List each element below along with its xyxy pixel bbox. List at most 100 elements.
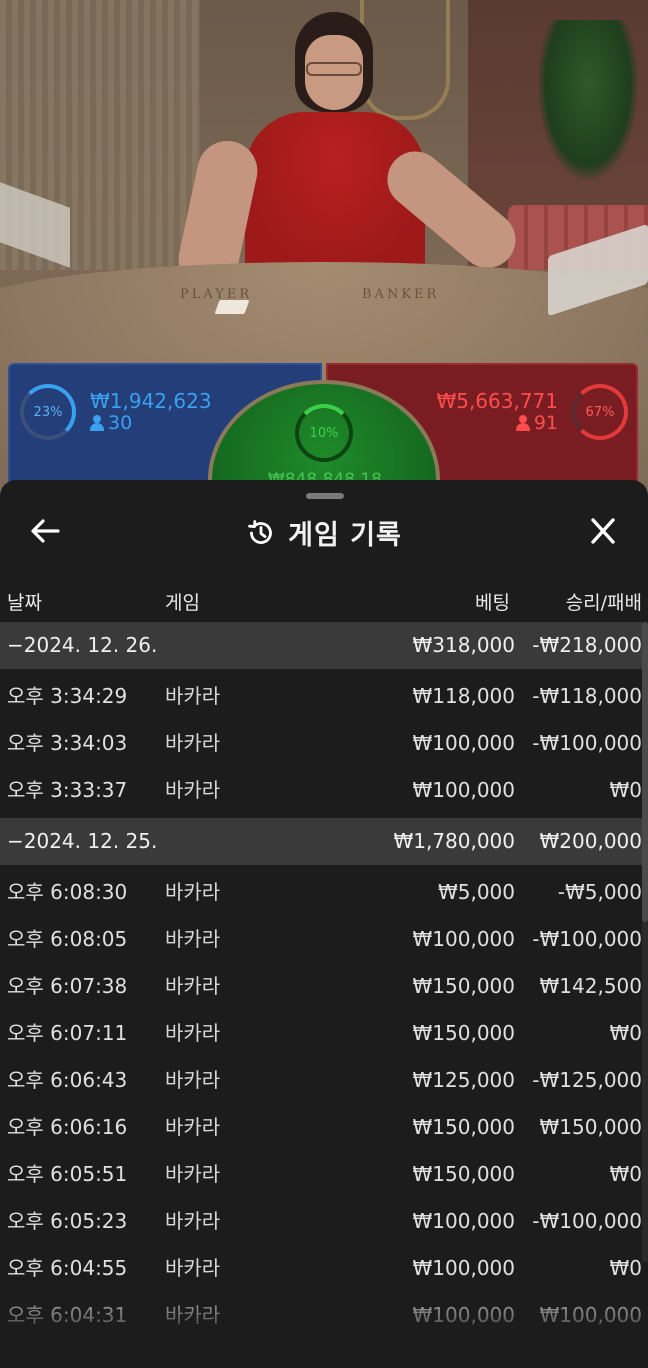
row-bet: ₩100,000 [412,1256,515,1280]
row-win-loss: -₩118,000 [532,684,642,708]
sheet-drag-handle[interactable] [306,493,344,499]
row-win-loss: ₩0 [609,778,643,802]
history-row[interactable]: 오후 3:34:03 바카라 ₩100,000 -₩100,000 [0,720,648,767]
banker-percent-ring: 67% [572,384,628,440]
row-bet: ₩100,000 [412,731,515,755]
column-header-game: 게임 [165,592,200,614]
playing-card [214,300,250,314]
row-time: 오후 6:08:30 [7,880,128,904]
tie-percent: 10% [309,425,339,441]
date-group-header[interactable]: −2024. 12. 26. ₩318,000 -₩218,000 [0,622,648,669]
row-bet: ₩100,000 [412,1303,515,1327]
row-game: 바카라 [165,1021,221,1045]
row-win-loss: ₩150,000 [539,1115,642,1139]
history-row[interactable]: 오후 6:08:30 바카라 ₩5,000 -₩5,000 [0,869,648,916]
dealer-glasses [306,62,362,76]
row-win-loss: -₩5,000 [557,880,642,904]
close-button[interactable] [586,515,620,547]
table-banker-label: BANKER [362,287,440,302]
row-game: 바카라 [165,1303,221,1327]
page-title: 게임 기록 [288,520,402,551]
row-win-loss: ₩142,500 [539,974,642,998]
row-win-loss: ₩0 [609,1256,643,1280]
row-win-loss: ₩100,000 [539,1303,642,1327]
group-bet-total: ₩318,000 [412,633,515,657]
player-bet-amount: ₩1,942,623 [90,389,212,413]
history-row[interactable]: 오후 3:34:29 바카라 ₩118,000 -₩118,000 [0,673,648,720]
row-time: 오후 6:07:38 [7,974,128,998]
row-game: 바카라 [165,1115,221,1139]
close-icon [591,518,615,544]
row-time: 오후 6:05:51 [7,1162,128,1186]
player-count-value: 30 [108,412,133,434]
sheet-header: 게임 기록 [0,502,648,560]
player-percent-ring: 23% [20,384,76,440]
history-row[interactable]: 오후 3:33:37 바카라 ₩100,000 ₩0 [0,767,648,814]
row-game: 바카라 [165,731,221,755]
history-row[interactable]: 오후 6:04:55 바카라 ₩100,000 ₩0 [0,1245,648,1292]
person-icon [90,415,104,431]
row-bet: ₩118,000 [412,684,515,708]
row-game: 바카라 [165,974,221,998]
row-game: 바카라 [165,1162,221,1186]
row-time: 오후 6:08:05 [7,927,128,951]
banker-bet-amount: ₩5,663,771 [436,389,558,413]
scrollbar-thumb[interactable] [642,622,648,922]
row-win-loss: ₩0 [609,1021,643,1045]
row-bet: ₩100,000 [412,778,515,802]
row-time: 오후 6:04:55 [7,1256,128,1280]
row-time: 오후 6:06:16 [7,1115,128,1139]
history-row[interactable]: 오후 6:08:05 바카라 ₩100,000 -₩100,000 [0,916,648,963]
history-row[interactable]: 오후 6:04:31 바카라 ₩100,000 ₩100,000 [0,1292,648,1339]
group-win-loss-total: -₩218,000 [532,633,642,657]
player-bettor-count: 30 [90,412,132,434]
decor-arch [360,0,450,120]
group-win-loss-total: ₩200,000 [539,829,642,853]
history-list[interactable]: −2024. 12. 26. ₩318,000 -₩218,000 오후 3:3… [0,622,648,1339]
row-bet: ₩100,000 [412,1209,515,1233]
history-clock-icon [248,519,272,544]
row-bet: ₩5,000 [437,880,515,904]
plant-decor [538,20,638,180]
player-percent: 23% [33,404,63,420]
row-time: 오후 6:05:23 [7,1209,128,1233]
row-game: 바카라 [165,1209,221,1233]
row-time: 오후 6:04:31 [7,1303,128,1327]
banker-percent: 67% [585,404,615,420]
row-game: 바카라 [165,880,221,904]
row-game: 바카라 [165,778,221,802]
row-bet: ₩125,000 [412,1068,515,1092]
group-date: −2024. 12. 26. [7,633,158,657]
history-row[interactable]: 오후 6:05:23 바카라 ₩100,000 -₩100,000 [0,1198,648,1245]
row-bet: ₩150,000 [412,1162,515,1186]
history-row[interactable]: 오후 6:05:51 바카라 ₩150,000 ₩0 [0,1151,648,1198]
row-time: 오후 3:34:03 [7,731,128,755]
group-date: −2024. 12. 25. [7,829,158,853]
row-bet: ₩100,000 [412,927,515,951]
date-group-header[interactable]: −2024. 12. 25. ₩1,780,000 ₩200,000 [0,818,648,865]
history-row[interactable]: 오후 6:06:16 바카라 ₩150,000 ₩150,000 [0,1104,648,1151]
tie-percent-ring: 10% [295,404,353,462]
row-win-loss: -₩100,000 [532,927,642,951]
sheet-title-group: 게임 기록 [0,513,648,552]
row-game: 바카라 [165,684,221,708]
row-time: 오후 6:06:43 [7,1068,128,1092]
banker-bettor-count: 91 [515,412,558,434]
row-bet: ₩150,000 [412,1115,515,1139]
row-win-loss: -₩100,000 [532,731,642,755]
row-time: 오후 3:33:37 [7,778,128,802]
banker-count-value: 91 [533,412,558,434]
row-game: 바카라 [165,1256,221,1280]
row-game: 바카라 [165,1068,221,1092]
history-row[interactable]: 오후 6:06:43 바카라 ₩125,000 -₩125,000 [0,1057,648,1104]
person-icon [515,415,530,431]
game-history-sheet: 게임 기록 날짜 게임 베팅 승리/패배 −2024. 12. 26. ₩318… [0,480,648,1368]
row-time: 오후 6:07:11 [7,1021,128,1045]
column-header-win-loss: 승리/패배 [565,592,642,614]
row-win-loss: ₩0 [609,1162,643,1186]
column-header-bet: 베팅 [475,592,510,614]
row-time: 오후 3:34:29 [7,684,128,708]
history-row[interactable]: 오후 6:07:38 바카라 ₩150,000 ₩142,500 [0,963,648,1010]
history-row[interactable]: 오후 6:07:11 바카라 ₩150,000 ₩0 [0,1010,648,1057]
row-bet: ₩150,000 [412,1021,515,1045]
